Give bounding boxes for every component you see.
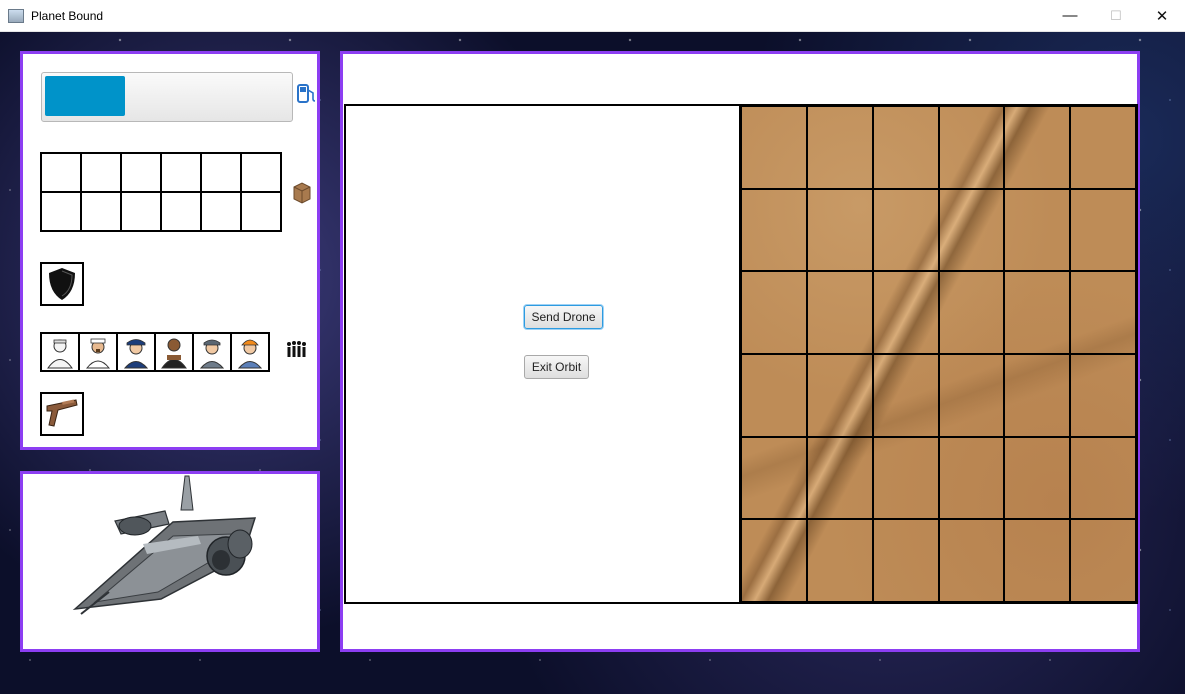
window-title: Planet Bound: [31, 8, 104, 23]
ship-status-panel: [20, 51, 320, 450]
crew-slot-engineer[interactable]: [230, 332, 270, 372]
planet-info-header: [343, 54, 1137, 104]
fuel-progress-bar: [41, 72, 293, 122]
exit-orbit-button[interactable]: Exit Orbit: [524, 355, 589, 379]
surface-tile[interactable]: [1069, 518, 1137, 603]
surface-tile[interactable]: [740, 187, 808, 273]
cargo-slot[interactable]: [40, 152, 82, 193]
shield-icon: [49, 268, 75, 300]
surface-tile[interactable]: [937, 187, 1006, 273]
surface-tile[interactable]: [740, 352, 808, 438]
crew-slot-doctor[interactable]: [40, 332, 80, 372]
surface-tile[interactable]: [1069, 270, 1137, 355]
surface-tile[interactable]: [937, 105, 1006, 190]
cargo-slot[interactable]: [200, 152, 242, 193]
surface-tile[interactable]: [871, 187, 940, 273]
surface-tile[interactable]: [937, 270, 1006, 355]
cargo-slot[interactable]: [120, 191, 162, 232]
crew-slot-security[interactable]: [154, 332, 194, 372]
cargo-slot[interactable]: [40, 191, 82, 232]
surface-tile[interactable]: [937, 518, 1006, 603]
surface-tile[interactable]: [740, 105, 808, 190]
planet-view-panel: Send Drone Exit Orbit: [340, 51, 1140, 652]
surface-tile[interactable]: [1003, 518, 1072, 603]
send-drone-button[interactable]: Send Drone: [524, 305, 603, 329]
science-officer-icon: [199, 339, 225, 369]
surface-tile[interactable]: [740, 435, 808, 521]
surface-tile[interactable]: [1003, 270, 1072, 355]
cargo-slot[interactable]: [80, 152, 122, 193]
cargo-slot[interactable]: [240, 152, 282, 193]
engineer-icon: [237, 339, 263, 369]
surface-tile[interactable]: [871, 105, 940, 190]
crew-slot-captain[interactable]: [78, 332, 118, 372]
cargo-slot[interactable]: [160, 191, 202, 232]
surface-tile[interactable]: [1003, 435, 1072, 521]
surface-tile[interactable]: [1069, 435, 1137, 521]
security-officer-icon: [161, 338, 187, 369]
surface-tile[interactable]: [871, 270, 940, 355]
surface-tile[interactable]: [805, 187, 874, 273]
navigation-officer-icon: [123, 339, 149, 369]
surface-tile[interactable]: [740, 518, 808, 603]
crew-slot-science[interactable]: [192, 332, 232, 372]
surface-tile[interactable]: [1069, 352, 1137, 438]
cargo-grid: [40, 152, 282, 232]
surface-tile[interactable]: [871, 518, 940, 603]
surface-tile[interactable]: [740, 270, 808, 355]
surface-tile[interactable]: [805, 518, 874, 603]
crew-slot-navigation[interactable]: [116, 332, 156, 372]
app-icon: [8, 8, 24, 23]
close-button[interactable]: ✕: [1139, 0, 1185, 31]
weapon-slot[interactable]: [40, 392, 84, 436]
cargo-slot[interactable]: [160, 152, 202, 193]
surface-tile[interactable]: [871, 352, 940, 438]
surface-tile[interactable]: [805, 105, 874, 190]
title-bar: Planet Bound — ☐ ✕: [0, 0, 1185, 32]
surface-tile[interactable]: [937, 352, 1006, 438]
crew-group-icon: [287, 341, 306, 357]
surface-tile[interactable]: [805, 435, 874, 521]
fuel-pump-icon: [297, 84, 316, 103]
cargo-slot[interactable]: [200, 191, 242, 232]
fuel-progress-fill: [45, 76, 125, 116]
surface-tile[interactable]: [937, 435, 1006, 521]
minimize-button[interactable]: —: [1047, 0, 1093, 31]
surface-tile[interactable]: [871, 435, 940, 521]
weapon-gun-icon: [46, 399, 78, 427]
surface-tile[interactable]: [805, 270, 874, 355]
captain-icon: [85, 338, 111, 369]
spaceship-image: [72, 475, 257, 615]
crew-row: [40, 332, 270, 372]
orbit-actions-area: Send Drone Exit Orbit: [344, 104, 741, 604]
cargo-slot[interactable]: [80, 191, 122, 232]
planet-surface-grid: [739, 104, 1138, 604]
ship-image-panel: [20, 471, 320, 652]
cargo-slot[interactable]: [120, 152, 162, 193]
surface-tile[interactable]: [1003, 105, 1072, 190]
shield-slot[interactable]: [40, 262, 84, 306]
doctor-icon: [47, 339, 73, 369]
surface-tile[interactable]: [1003, 352, 1072, 438]
cargo-box-icon: [293, 182, 311, 204]
surface-tile[interactable]: [1003, 187, 1072, 273]
surface-tile[interactable]: [805, 352, 874, 438]
surface-tile[interactable]: [1069, 105, 1137, 190]
surface-tile[interactable]: [1069, 187, 1137, 273]
cargo-slot[interactable]: [240, 191, 282, 232]
maximize-button[interactable]: ☐: [1093, 0, 1139, 31]
